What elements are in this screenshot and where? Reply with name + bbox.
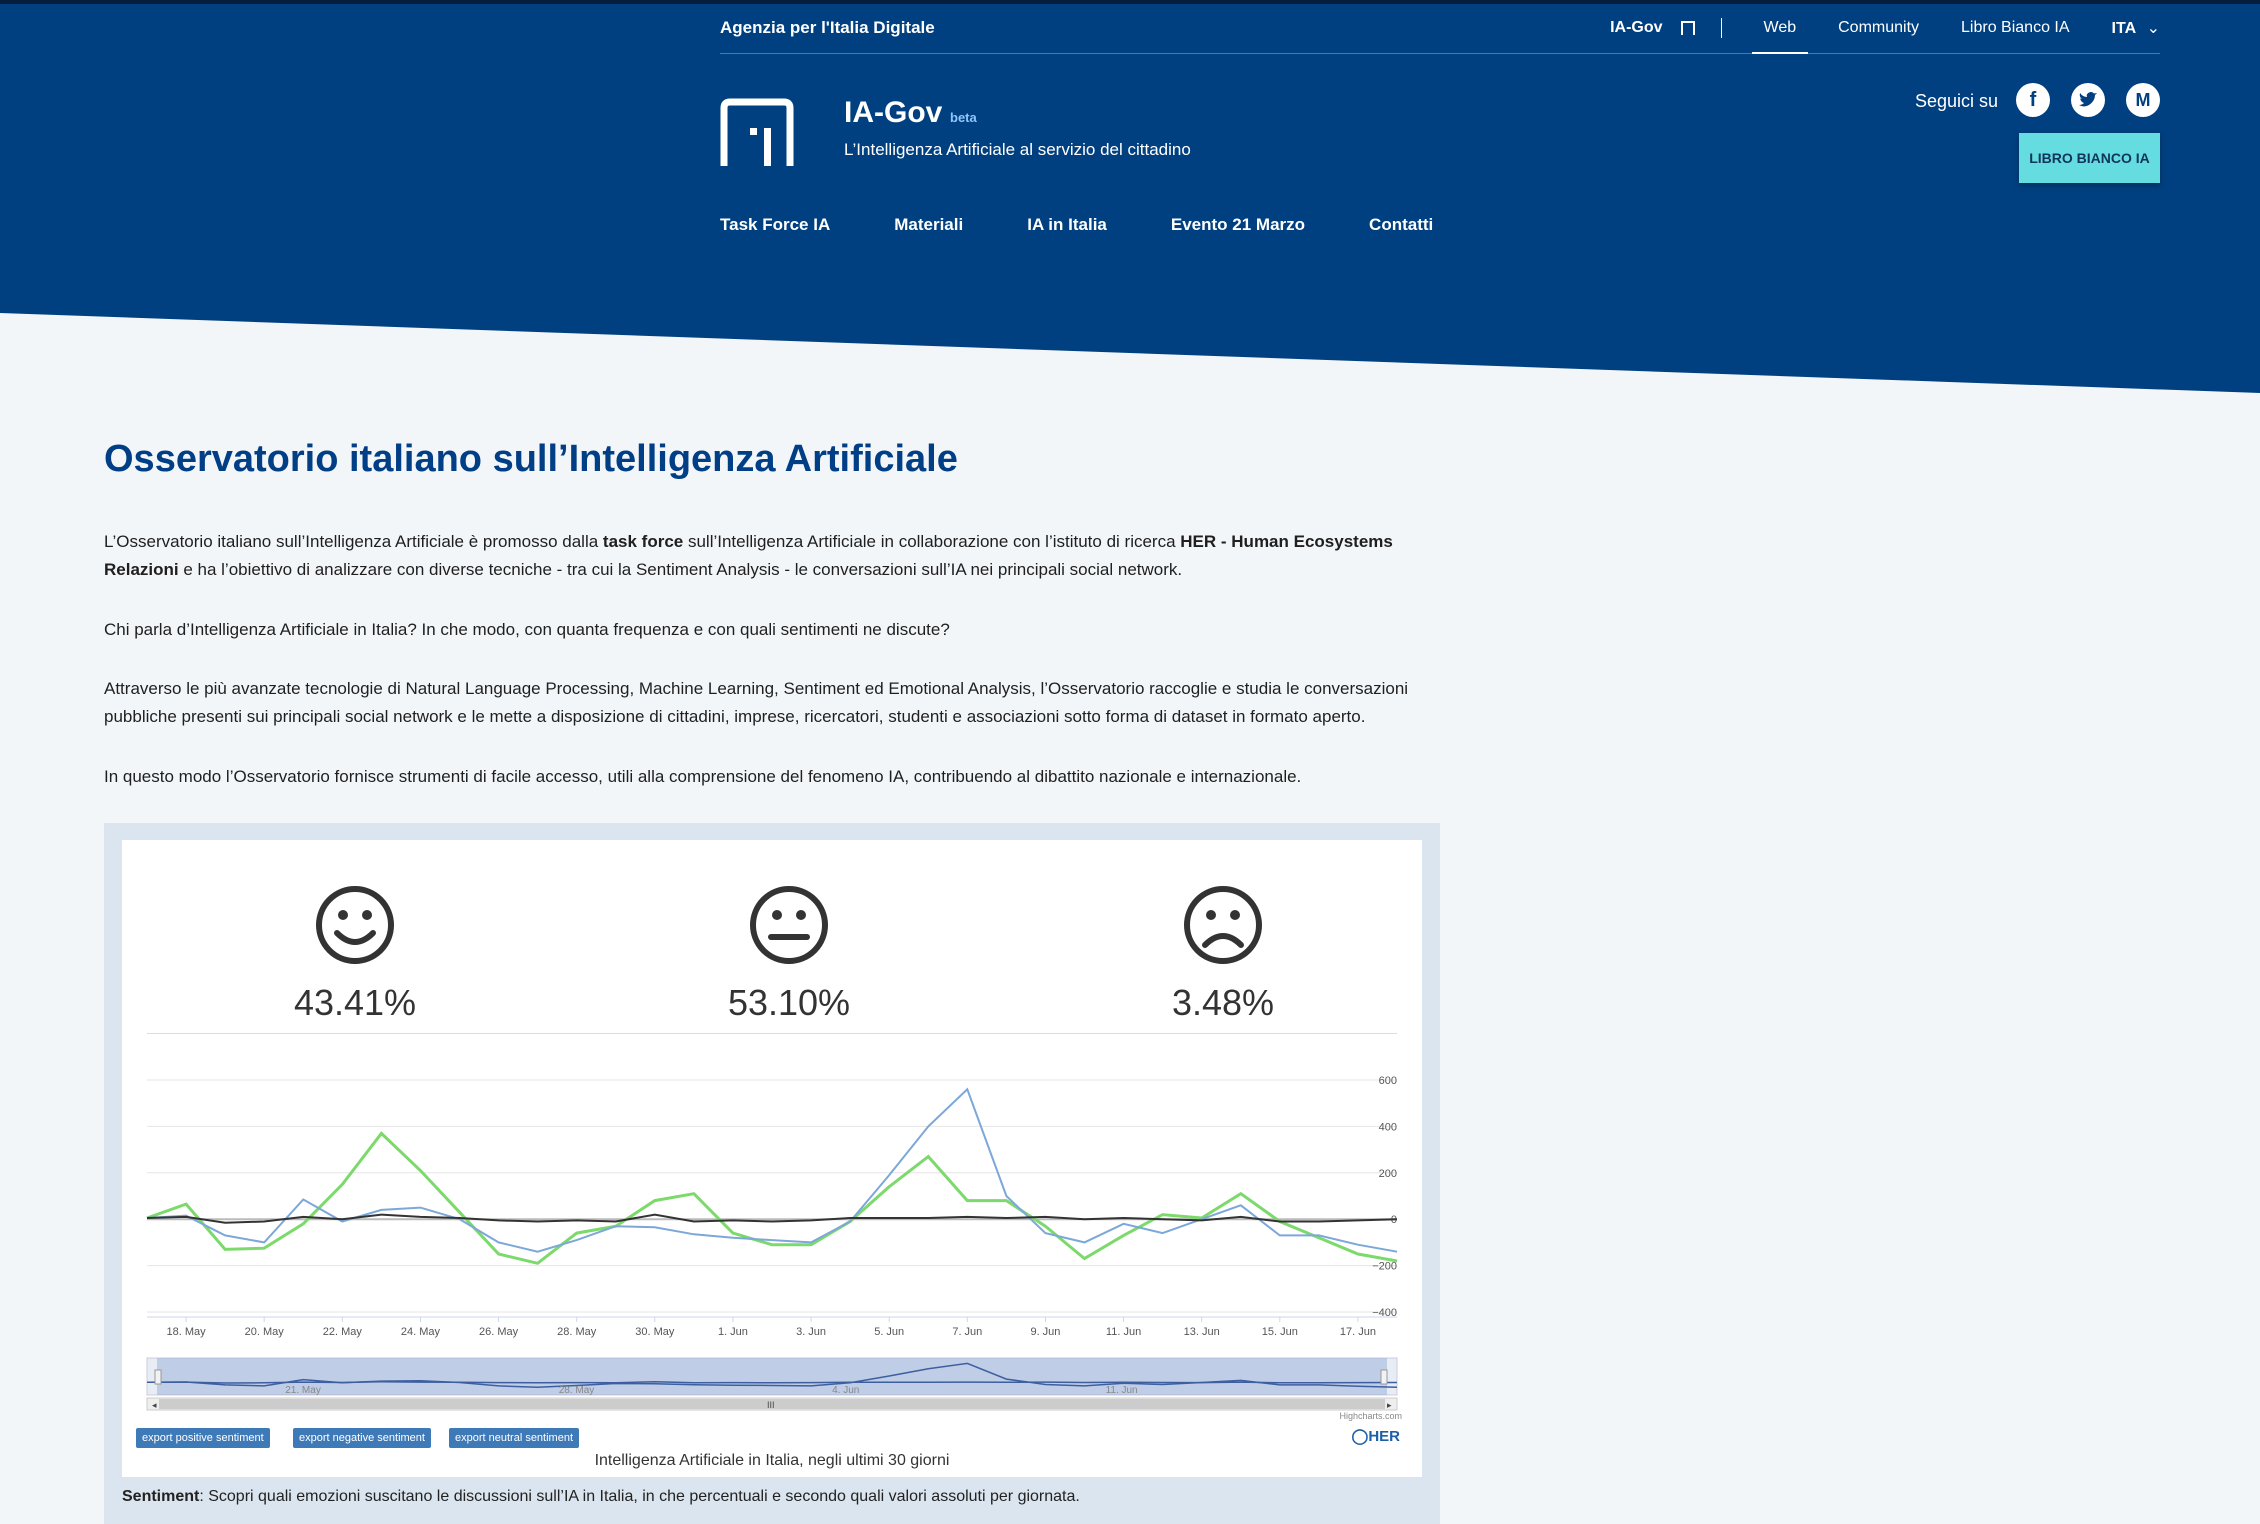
iagov-logo-icon[interactable] — [720, 98, 794, 166]
series-line-0 — [146, 1131, 1398, 1265]
beta-badge: beta — [950, 110, 977, 125]
caption-text: : Scopri quali emozioni suscitano le dis… — [199, 1488, 1080, 1505]
y-tick-label: 600 — [1379, 1075, 1397, 1087]
x-tick-label: 18. May — [166, 1326, 206, 1338]
scroll-right-arrow: ▸ — [1387, 1400, 1392, 1410]
chart-container: 43.41% 53.10% 3.48% 600 400 200 0 −200 −400 18… — [122, 840, 1422, 1477]
x-tick-label: 22. May — [323, 1326, 363, 1338]
x-tick-label: 7. Jun — [952, 1326, 982, 1338]
p1-text-e: e ha l’obiettivo di analizzare con diver… — [178, 560, 1183, 579]
navigator-handle-right[interactable] — [1380, 1369, 1388, 1385]
divider — [1720, 18, 1722, 38]
navigator-label: 21. May — [285, 1385, 321, 1396]
x-tick-label: 28. May — [557, 1326, 597, 1338]
chart-panel: 43.41% 53.10% 3.48% 600 400 200 0 −200 −400 18… — [104, 823, 1440, 1524]
top-link-libro-bianco[interactable]: Libro Bianco IA — [1961, 19, 2070, 37]
y-tick-label: 400 — [1379, 1121, 1397, 1133]
navigator-label: 4. Jun — [832, 1385, 859, 1396]
x-tick-label: 26. May — [479, 1326, 519, 1338]
top-link-iagov[interactable]: IA-Gov — [1610, 19, 1662, 37]
her-circle-icon: ◯ — [1351, 1428, 1369, 1445]
tech-paragraph: Attraverso le più avanzate tecnologie di… — [104, 679, 1409, 726]
top-links: IA-Gov Web Community Libro Bianco IA ITA… — [1568, 18, 2160, 54]
chart-title: Intelligenza Artificiale in Italia, negl… — [594, 1452, 950, 1469]
export-positive-button[interactable]: export positive sentiment — [136, 1428, 270, 1448]
her-logo-text: HER — [1368, 1428, 1400, 1445]
libro-bianco-button[interactable]: LIBRO BIANCO IA — [2019, 133, 2160, 183]
p1-text-a: L’Osservatorio italiano sull’Intelligenz… — [104, 532, 603, 551]
p1-text-c: sull’Intelligenza Artificiale in collabo… — [683, 532, 1181, 551]
x-tick-label: 13. Jun — [1184, 1326, 1220, 1338]
y-tick-label: 200 — [1379, 1168, 1397, 1180]
nav-task-force[interactable]: Task Force IA — [720, 215, 830, 235]
p1-bold-taskforce: task force — [602, 532, 684, 551]
closing-paragraph: In questo modo l’Osservatorio fornisce s… — [104, 767, 1302, 786]
x-tick-label: 1. Jun — [718, 1326, 748, 1338]
x-tick-label: 17. Jun — [1340, 1326, 1376, 1338]
y-tick-label: −200 — [1372, 1261, 1397, 1273]
twitter-icon[interactable] — [2071, 83, 2105, 117]
medium-icon[interactable]: M — [2126, 83, 2160, 117]
agency-link[interactable]: Agenzia per l'Italia Digitale — [720, 18, 935, 38]
top-divider — [720, 53, 2160, 54]
sentiment-line-chart[interactable]: 6004002000−200−40018. May 20. May 22. May 2… — [122, 840, 1422, 1420]
x-tick-label: 9. Jun — [1030, 1326, 1060, 1338]
language-label: ITA — [2111, 20, 2137, 37]
navigator-selection — [157, 1358, 1387, 1395]
highcharts-credit[interactable]: Highcharts.com — [1339, 1411, 1402, 1421]
question-paragraph: Chi parla d’Intelligenza Artificiale in … — [104, 620, 950, 639]
x-tick-label: 30. May — [635, 1326, 675, 1338]
series-line-1 — [146, 1087, 1398, 1253]
x-tick-label: 24. May — [401, 1326, 441, 1338]
x-tick-label: 3. Jun — [796, 1326, 826, 1338]
iagov-mini-icon — [1680, 21, 1695, 35]
chevron-down-icon: ⌄ — [2146, 20, 2160, 37]
scroll-left-arrow: ◂ — [152, 1400, 157, 1410]
page-title: Osservatorio italiano sull’Intelligenza … — [104, 438, 958, 480]
her-logo[interactable]: ◯HER — [1352, 1427, 1400, 1445]
chart-caption: Sentiment: Scopri quali emozioni suscita… — [122, 1488, 1080, 1506]
x-tick-label: 11. Jun — [1106, 1326, 1141, 1338]
nav-ia-in-italia[interactable]: IA in Italia — [1027, 215, 1107, 235]
social-label: Seguici su — [1915, 91, 1999, 111]
caption-label: Sentiment — [122, 1488, 200, 1505]
export-negative-button[interactable]: export negative sentiment — [293, 1428, 431, 1448]
top-link-web[interactable]: Web — [1751, 19, 1808, 54]
x-tick-label: 5. Jun — [874, 1326, 904, 1338]
brand-subtitle: L’Intelligenza Artificiale al servizio d… — [844, 140, 1191, 159]
language-selector[interactable]: ITA ⌄ — [2112, 18, 2160, 38]
top-bar: Agenzia per l'Italia Digitale IA-Gov Web… — [720, 0, 2160, 56]
nav-evento[interactable]: Evento 21 Marzo — [1171, 215, 1305, 235]
facebook-icon[interactable]: f — [2016, 83, 2050, 117]
main-nav: Task Force IA Materiali IA in Italia Eve… — [720, 215, 1497, 235]
navigator-label: 28. May — [559, 1385, 595, 1396]
navigator-label: 11. Jun — [1106, 1385, 1138, 1396]
nav-contatti[interactable]: Contatti — [1369, 215, 1433, 235]
intro-paragraph: L’Osservatorio italiano sull’Intelligenz… — [104, 528, 1454, 584]
scrollbar-grip: III — [767, 1400, 775, 1410]
brand-title[interactable]: IA-Gov — [844, 96, 942, 130]
hero-background — [0, 0, 2260, 393]
x-tick-label: 15. Jun — [1262, 1326, 1298, 1338]
top-link-community[interactable]: Community — [1838, 19, 1919, 37]
header-hero — [0, 0, 2260, 400]
export-neutral-button[interactable]: export neutral sentiment — [449, 1428, 580, 1448]
x-tick-label: 20. May — [245, 1326, 285, 1338]
navigator-handle-left[interactable] — [154, 1369, 162, 1385]
nav-materiali[interactable]: Materiali — [894, 215, 963, 235]
